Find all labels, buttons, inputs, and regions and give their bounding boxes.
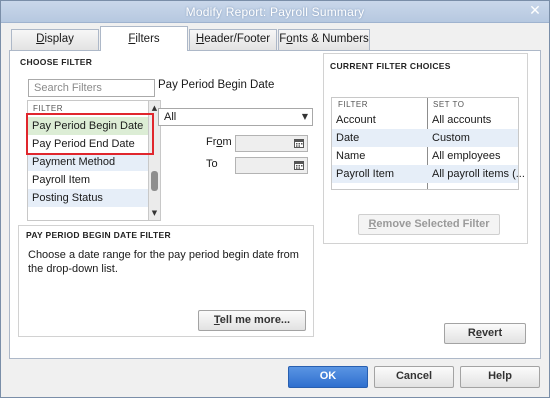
table-row[interactable]: Date Custom xyxy=(332,129,518,147)
tab-header-footer[interactable]: Header/Footer xyxy=(189,29,277,50)
date-range-value: All xyxy=(164,111,177,123)
window-title: Modify Report: Payroll Summary xyxy=(185,5,365,19)
date-range-dropdown[interactable]: All ▼ xyxy=(158,108,313,126)
choose-filter-heading: CHOOSE FILTER xyxy=(20,57,93,67)
tell-me-more-button[interactable]: Tell me more... xyxy=(198,310,306,331)
current-filters-table[interactable]: FILTER SET TO Account All accounts Date … xyxy=(331,97,525,190)
table-row[interactable]: Payroll Item All payroll items (... xyxy=(332,165,525,183)
calendar-icon[interactable] xyxy=(294,160,304,170)
filter-description-text: Choose a date range for the pay period b… xyxy=(28,249,299,275)
current-filters-heading: CURRENT FILTER CHOICES xyxy=(330,61,451,71)
search-filters-input[interactable]: Search Filters xyxy=(28,79,155,97)
filter-description-heading: PAY PERIOD BEGIN DATE FILTER xyxy=(26,230,171,240)
close-icon[interactable]: ✕ xyxy=(527,4,543,19)
filters-tab-panel: CHOOSE FILTER Search Filters FILTER Pay … xyxy=(9,50,541,359)
chevron-down-icon: ▼ xyxy=(301,112,308,121)
tab-fonts-numbers[interactable]: Fonts & Numbers xyxy=(278,29,370,50)
from-label: From xyxy=(206,136,232,148)
list-item-payment-method[interactable]: Payment Method xyxy=(28,153,148,171)
tab-display[interactable]: Display xyxy=(11,29,99,50)
col-header-filter: FILTER xyxy=(338,100,368,109)
col-header-set-to: SET TO xyxy=(433,100,465,109)
highlight-annotation-box xyxy=(26,113,154,155)
remove-selected-filter-button[interactable]: Remove Selected Filter xyxy=(358,214,500,235)
filter-field-title: Pay Period Begin Date xyxy=(158,79,275,91)
table-row[interactable]: Name All employees xyxy=(332,147,518,165)
title-bar[interactable]: Modify Report: Payroll Summary ✕ xyxy=(1,1,549,23)
list-item-payroll-item[interactable]: Payroll Item xyxy=(28,171,148,189)
to-label: To xyxy=(206,158,218,170)
cancel-button[interactable]: Cancel xyxy=(374,366,454,388)
table-row[interactable]: Account All accounts xyxy=(332,111,518,129)
to-date-input[interactable] xyxy=(235,157,308,174)
scroll-down-arrow-icon[interactable]: ▼ xyxy=(149,207,160,219)
calendar-icon[interactable] xyxy=(294,138,304,148)
list-item-posting-status[interactable]: Posting Status xyxy=(28,189,148,207)
tab-filters[interactable]: Filters xyxy=(100,26,188,51)
revert-button[interactable]: Revert xyxy=(444,323,526,344)
modify-report-dialog: Modify Report: Payroll Summary ✕ Display… xyxy=(0,0,550,398)
help-button[interactable]: Help xyxy=(460,366,540,388)
from-date-input[interactable] xyxy=(235,135,308,152)
scroll-thumb[interactable] xyxy=(151,171,158,191)
ok-button[interactable]: OK xyxy=(288,366,368,388)
